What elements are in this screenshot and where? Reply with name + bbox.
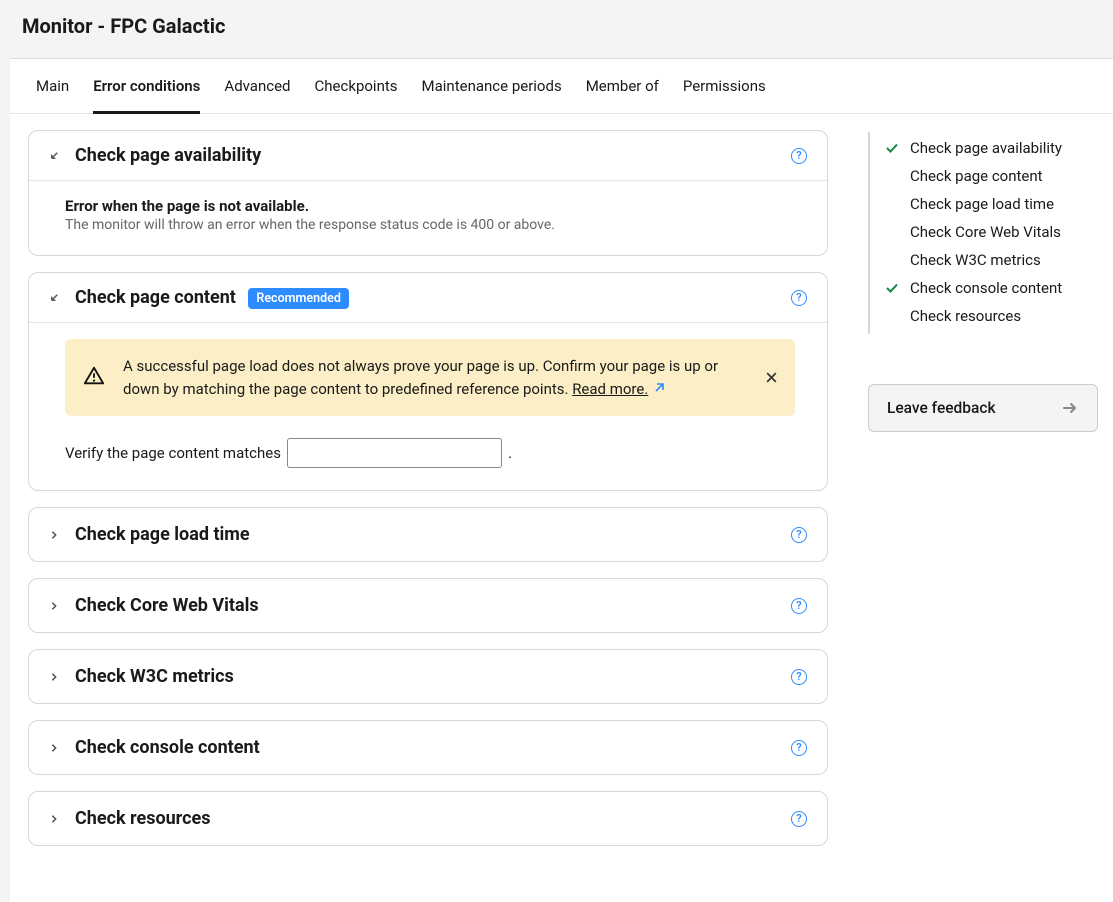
arrow-right-icon	[1061, 399, 1079, 417]
nav-item-resources[interactable]: Check resources	[870, 302, 1098, 330]
card-loadtime-header[interactable]: Check page load time ?	[29, 508, 827, 561]
tab-maintenance-periods[interactable]: Maintenance periods	[422, 59, 562, 114]
tab-permissions[interactable]: Permissions	[683, 59, 766, 114]
nav-item-label: Check resources	[910, 307, 1021, 325]
tab-checkpoints[interactable]: Checkpoints	[315, 59, 398, 114]
nav-item-w3c[interactable]: Check W3C metrics	[870, 246, 1098, 274]
verify-label-pre: Verify the page content matches	[65, 444, 281, 462]
card-availability: Check page availability ? Error when the…	[28, 130, 828, 256]
page-title: Monitor - FPC Galactic	[22, 14, 1091, 38]
nav-item-label: Check console content	[910, 279, 1062, 297]
help-icon[interactable]: ?	[791, 290, 807, 306]
nav-item-availability[interactable]: Check page availability	[870, 134, 1098, 162]
check-icon	[884, 140, 900, 156]
warning-icon	[83, 355, 105, 387]
card-content: Check page content Recommended ? A succe…	[28, 272, 828, 491]
card-availability-header[interactable]: Check page availability ?	[29, 131, 827, 180]
card-content-title-text: Check page content	[75, 287, 236, 308]
chevron-right-icon	[47, 599, 61, 613]
tab-error-conditions[interactable]: Error conditions	[93, 59, 200, 114]
card-cwv-header[interactable]: Check Core Web Vitals ?	[29, 579, 827, 632]
external-link-icon	[650, 383, 665, 397]
tab-main[interactable]: Main	[36, 59, 69, 114]
card-w3c: Check W3C metrics ?	[28, 649, 828, 704]
chevron-right-icon	[47, 528, 61, 542]
tab-member-of[interactable]: Member of	[586, 59, 659, 114]
help-icon[interactable]: ?	[791, 740, 807, 756]
leave-feedback-label: Leave feedback	[887, 399, 996, 417]
card-resources-header[interactable]: Check resources ?	[29, 792, 827, 845]
nav-item-content[interactable]: Check page content	[870, 162, 1098, 190]
card-console-header[interactable]: Check console content ?	[29, 721, 827, 774]
verify-label-post: .	[508, 444, 512, 462]
card-w3c-header[interactable]: Check W3C metrics ?	[29, 650, 827, 703]
content-alert: A successful page load does not always p…	[65, 339, 795, 416]
card-console-title: Check console content	[75, 737, 777, 758]
chevron-right-icon	[47, 741, 61, 755]
card-resources-title: Check resources	[75, 808, 777, 829]
card-content-title: Check page content Recommended	[75, 287, 777, 308]
check-icon	[884, 280, 900, 296]
card-console: Check console content ?	[28, 720, 828, 775]
card-cwv-title: Check Core Web Vitals	[75, 595, 777, 616]
read-more-link[interactable]: Read more.	[572, 380, 648, 398]
chevron-right-icon	[47, 670, 61, 684]
card-loadtime-title: Check page load time	[75, 524, 777, 545]
nav-item-cwv[interactable]: Check Core Web Vitals	[870, 218, 1098, 246]
help-icon[interactable]: ?	[791, 669, 807, 685]
collapse-icon	[47, 149, 61, 163]
card-w3c-title: Check W3C metrics	[75, 666, 777, 687]
nav-item-label: Check page availability	[910, 139, 1062, 157]
close-icon[interactable]	[761, 368, 781, 388]
card-cwv: Check Core Web Vitals ?	[28, 578, 828, 633]
leave-feedback-button[interactable]: Leave feedback	[868, 384, 1098, 432]
help-icon[interactable]: ?	[791, 598, 807, 614]
collapse-icon	[47, 291, 61, 305]
nav-item-label: Check page load time	[910, 195, 1054, 213]
recommended-badge: Recommended	[248, 288, 349, 309]
nav-item-loadtime[interactable]: Check page load time	[870, 190, 1098, 218]
availability-error-sub: The monitor will throw an error when the…	[65, 217, 795, 233]
card-resources: Check resources ?	[28, 791, 828, 846]
tab-bar: Main Error conditions Advanced Checkpoin…	[10, 59, 1113, 114]
help-icon[interactable]: ?	[791, 148, 807, 164]
chevron-right-icon	[47, 812, 61, 826]
help-icon[interactable]: ?	[791, 811, 807, 827]
card-loadtime: Check page load time ?	[28, 507, 828, 562]
availability-error-heading: Error when the page is not available.	[65, 197, 795, 215]
help-icon[interactable]: ?	[791, 527, 807, 543]
tab-advanced[interactable]: Advanced	[224, 59, 290, 114]
content-match-input[interactable]	[287, 438, 502, 468]
card-content-header[interactable]: Check page content Recommended ?	[29, 273, 827, 322]
nav-item-label: Check W3C metrics	[910, 251, 1041, 269]
section-nav: Check page availability Check page conte…	[868, 132, 1098, 334]
nav-item-label: Check Core Web Vitals	[910, 223, 1061, 241]
nav-item-console[interactable]: Check console content	[870, 274, 1098, 302]
nav-item-label: Check page content	[910, 167, 1043, 185]
card-availability-title: Check page availability	[75, 145, 777, 166]
